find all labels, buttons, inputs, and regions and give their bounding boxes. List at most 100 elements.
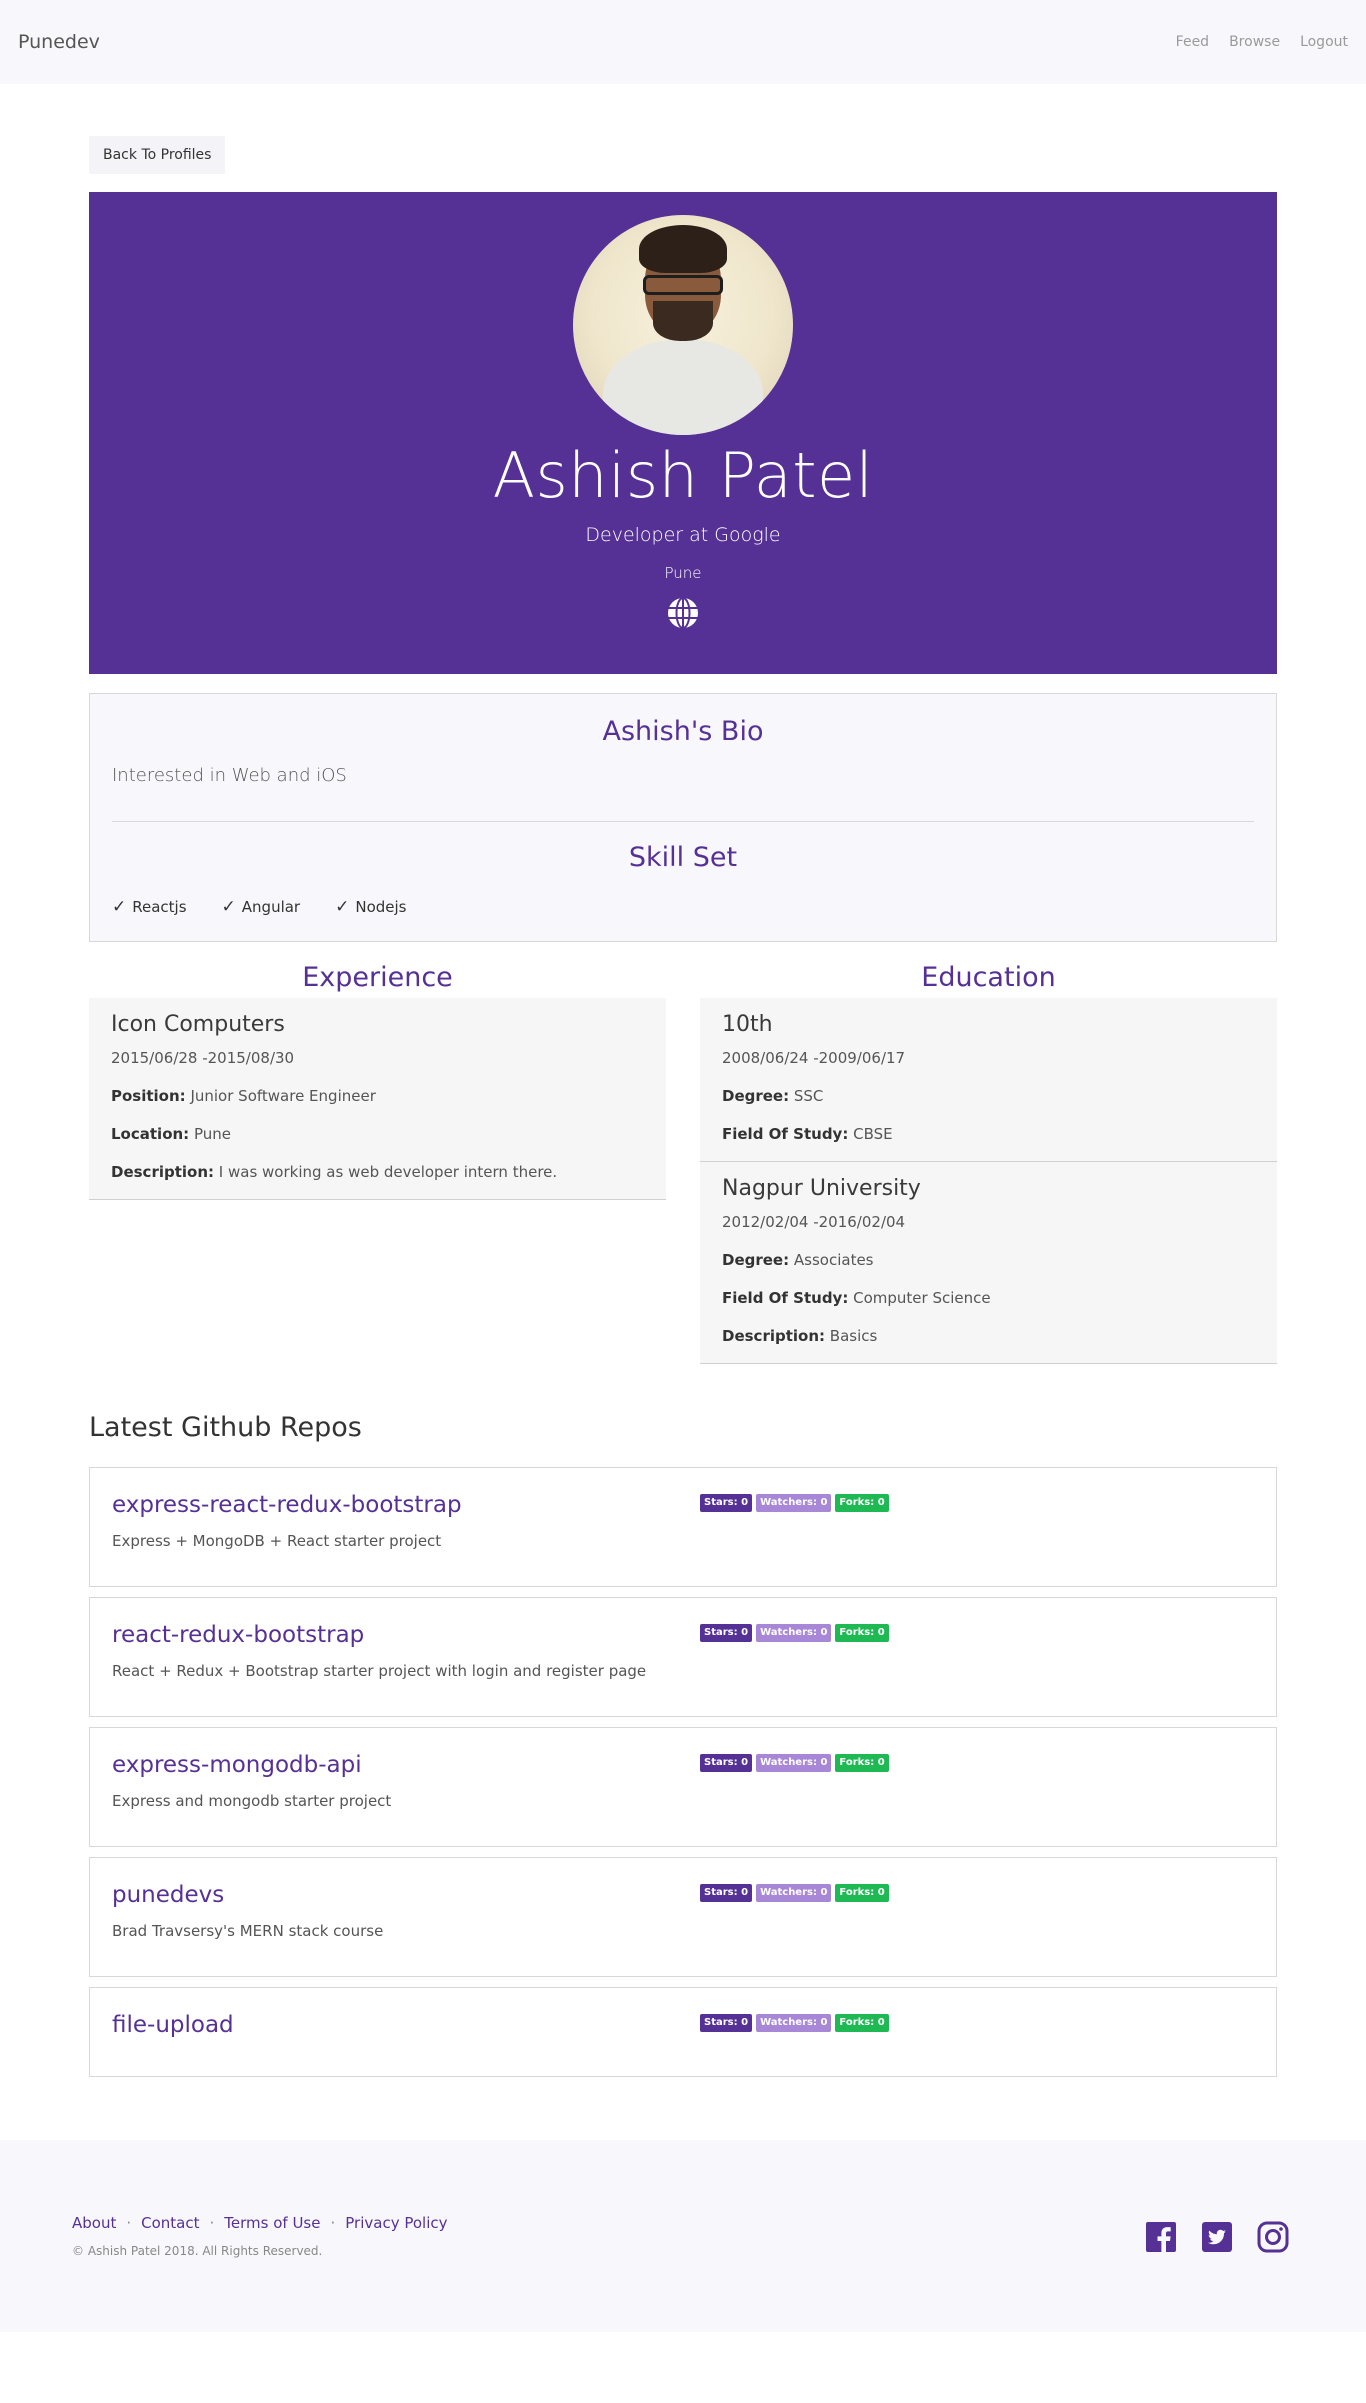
education-school: 10th bbox=[722, 1012, 773, 1037]
repo-card: punedevs Brad Travsersy's MERN stack cou… bbox=[89, 1857, 1277, 1977]
profile-location: Pune bbox=[664, 564, 702, 582]
skills-list: ✓ Reactjs ✓ Angular ✓ Nodejs bbox=[112, 897, 1254, 917]
education-entry: Nagpur University 2012/02/04 -2016/02/04… bbox=[700, 1162, 1277, 1364]
experience-description: Description: I was working as web develo… bbox=[111, 1163, 558, 1181]
copyright-text: © Ashish Patel 2018. All Rights Reserved… bbox=[72, 2244, 323, 2258]
watchers-badge: Watchers: 0 bbox=[756, 2014, 832, 2032]
watchers-badge: Watchers: 0 bbox=[756, 1754, 832, 1772]
skill-item: ✓ Angular bbox=[222, 897, 301, 917]
skill-label: Angular bbox=[241, 898, 301, 916]
bio-card: Ashish's Bio Interested in Web and iOS S… bbox=[89, 693, 1277, 942]
check-icon: ✓ bbox=[221, 897, 236, 917]
profile-title: Developer at Google bbox=[585, 524, 781, 546]
skill-label: Reactjs bbox=[132, 898, 187, 916]
repo-badges: Stars: 0 Watchers: 0 Forks: 0 bbox=[700, 1884, 889, 1902]
footer-link-privacy[interactable]: Privacy Policy bbox=[345, 2214, 447, 2232]
repo-name-link[interactable]: express-react-redux-bootstrap bbox=[112, 1492, 700, 1518]
divider bbox=[112, 821, 1254, 822]
skill-item: ✓ Nodejs bbox=[335, 897, 406, 917]
globe-icon[interactable] bbox=[666, 596, 700, 630]
footer-link-terms[interactable]: Terms of Use bbox=[224, 2214, 320, 2232]
facebook-icon[interactable] bbox=[1144, 2220, 1178, 2254]
education-field: Field Of Study: Computer Science bbox=[722, 1289, 991, 1307]
repo-description: Express + MongoDB + React starter projec… bbox=[112, 1532, 442, 1550]
repo-name-link[interactable]: express-mongodb-api bbox=[112, 1752, 700, 1778]
education-degree: Degree: Associates bbox=[722, 1251, 874, 1269]
education-dates: 2008/06/24 -2009/06/17 bbox=[722, 1049, 906, 1067]
stars-badge: Stars: 0 bbox=[700, 1884, 753, 1902]
check-icon: ✓ bbox=[335, 897, 350, 917]
experience-position: Position: Junior Software Engineer bbox=[111, 1087, 376, 1105]
repo-card: file-upload Stars: 0 Watchers: 0 Forks: … bbox=[89, 1987, 1277, 2077]
repo-name-link[interactable]: react-redux-bootstrap bbox=[112, 1622, 700, 1648]
repo-badges: Stars: 0 Watchers: 0 Forks: 0 bbox=[700, 1494, 889, 1512]
skill-label: Nodejs bbox=[355, 898, 407, 916]
experience-heading: Experience bbox=[302, 962, 453, 993]
forks-badge: Forks: 0 bbox=[835, 1624, 889, 1642]
check-icon: ✓ bbox=[112, 897, 127, 917]
experience-education-columns: Experience Icon Computers 2015/06/28 -20… bbox=[89, 962, 1277, 1364]
profile-header: Ashish Patel Developer at Google Pune bbox=[89, 192, 1277, 674]
forks-badge: Forks: 0 bbox=[835, 1494, 889, 1512]
stars-badge: Stars: 0 bbox=[700, 1494, 753, 1512]
experience-location: Location: Pune bbox=[111, 1125, 231, 1143]
profile-name: Ashish Patel bbox=[492, 439, 874, 512]
education-column: Education 10th 2008/06/24 -2009/06/17 De… bbox=[700, 962, 1277, 1364]
nav-links: Feed Browse Logout bbox=[1176, 34, 1348, 50]
avatar bbox=[573, 215, 793, 435]
social-links bbox=[1144, 2220, 1290, 2254]
experience-dates: 2015/06/28 -2015/08/30 bbox=[111, 1049, 295, 1067]
education-school: Nagpur University bbox=[722, 1176, 921, 1201]
repo-card: express-mongodb-api Express and mongodb … bbox=[89, 1727, 1277, 1847]
watchers-badge: Watchers: 0 bbox=[756, 1624, 832, 1642]
forks-badge: Forks: 0 bbox=[835, 2014, 889, 2032]
footer-separator: · bbox=[209, 2214, 215, 2232]
repo-card: express-react-redux-bootstrap Express + … bbox=[89, 1467, 1277, 1587]
watchers-badge: Watchers: 0 bbox=[756, 1494, 832, 1512]
skills-heading: Skill Set bbox=[628, 842, 738, 873]
repos-heading: Latest Github Repos bbox=[89, 1412, 362, 1443]
twitter-icon[interactable] bbox=[1200, 2220, 1234, 2254]
footer-separator: · bbox=[126, 2214, 132, 2232]
experience-company: Icon Computers bbox=[111, 1012, 285, 1037]
repo-card: react-redux-bootstrap React + Redux + Bo… bbox=[89, 1597, 1277, 1717]
education-degree: Degree: SSC bbox=[722, 1087, 824, 1105]
nav-link-logout[interactable]: Logout bbox=[1300, 34, 1348, 50]
instagram-icon[interactable] bbox=[1256, 2220, 1290, 2254]
education-heading: Education bbox=[921, 962, 1056, 993]
bio-heading: Ashish's Bio bbox=[602, 716, 764, 747]
repo-name-link[interactable]: punedevs bbox=[112, 1882, 700, 1908]
navbar: Punedev Feed Browse Logout bbox=[0, 0, 1366, 84]
repo-name-link[interactable]: file-upload bbox=[112, 2012, 700, 2038]
education-dates: 2012/02/04 -2016/02/04 bbox=[722, 1213, 906, 1231]
main-container: Back To Profiles Ashish Patel Developer … bbox=[89, 84, 1277, 2077]
education-description: Description: Basics bbox=[722, 1327, 878, 1345]
repo-badges: Stars: 0 Watchers: 0 Forks: 0 bbox=[700, 1624, 889, 1642]
forks-badge: Forks: 0 bbox=[835, 1884, 889, 1902]
nav-link-browse[interactable]: Browse bbox=[1229, 34, 1280, 50]
footer-link-about[interactable]: About bbox=[72, 2214, 116, 2232]
experience-column: Experience Icon Computers 2015/06/28 -20… bbox=[89, 962, 666, 1364]
stars-badge: Stars: 0 bbox=[700, 2014, 753, 2032]
bio-text: Interested in Web and iOS bbox=[112, 765, 347, 786]
brand-link[interactable]: Punedev bbox=[18, 31, 100, 53]
repo-list: express-react-redux-bootstrap Express + … bbox=[89, 1467, 1277, 2077]
repo-description: Brad Travsersy's MERN stack course bbox=[112, 1922, 384, 1940]
repo-badges: Stars: 0 Watchers: 0 Forks: 0 bbox=[700, 2014, 889, 2032]
stars-badge: Stars: 0 bbox=[700, 1754, 753, 1772]
experience-entry: Icon Computers 2015/06/28 -2015/08/30 Po… bbox=[89, 998, 666, 1200]
stars-badge: Stars: 0 bbox=[700, 1624, 753, 1642]
education-field: Field Of Study: CBSE bbox=[722, 1125, 893, 1143]
forks-badge: Forks: 0 bbox=[835, 1754, 889, 1772]
footer-link-contact[interactable]: Contact bbox=[141, 2214, 199, 2232]
back-to-profiles-button[interactable]: Back To Profiles bbox=[89, 136, 226, 174]
repo-description: React + Redux + Bootstrap starter projec… bbox=[112, 1662, 647, 1680]
footer: About · Contact · Terms of Use · Privacy… bbox=[0, 2140, 1366, 2332]
footer-separator: · bbox=[330, 2214, 336, 2232]
nav-link-feed[interactable]: Feed bbox=[1176, 34, 1209, 50]
education-entry: 10th 2008/06/24 -2009/06/17 Degree: SSC … bbox=[700, 998, 1277, 1162]
watchers-badge: Watchers: 0 bbox=[756, 1884, 832, 1902]
skill-item: ✓ Reactjs bbox=[112, 897, 187, 917]
repo-description: Express and mongodb starter project bbox=[112, 1792, 392, 1810]
repo-badges: Stars: 0 Watchers: 0 Forks: 0 bbox=[700, 1754, 889, 1772]
